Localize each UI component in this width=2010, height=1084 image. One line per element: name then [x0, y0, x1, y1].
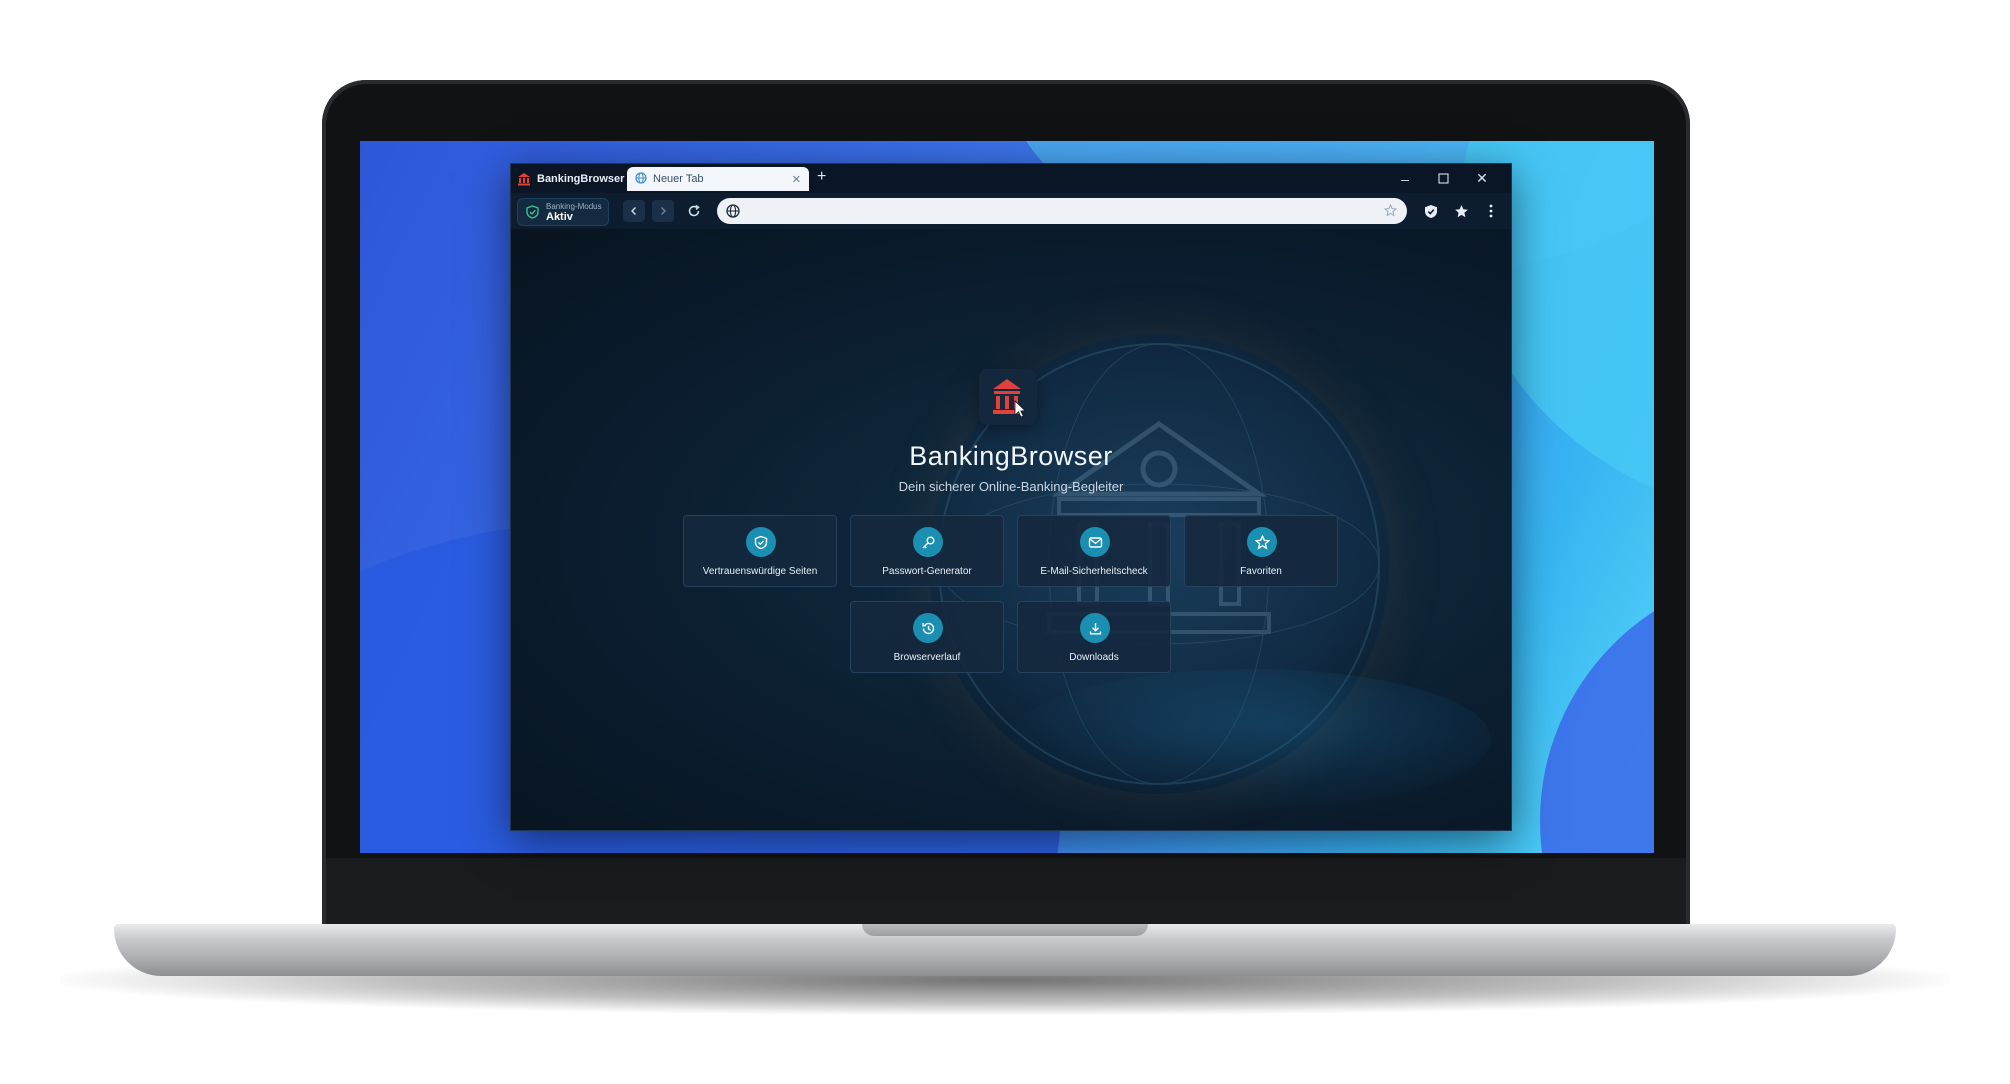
hand-background-graphic: [1011, 669, 1491, 809]
shortcut-browser-history[interactable]: Browserverlauf: [850, 601, 1004, 673]
shortcut-label: Browserverlauf: [893, 652, 961, 663]
browser-window: BankingBrowser Neuer Tab ✕ + – ✕ Banking…: [510, 163, 1512, 831]
back-button[interactable]: [623, 200, 645, 222]
shortcut-label: Vertrauenswürdige Seiten: [702, 566, 818, 577]
new-tab-button[interactable]: +: [817, 168, 826, 186]
bookmark-star-icon[interactable]: [1383, 203, 1398, 222]
globe-icon: [726, 204, 740, 223]
shield-check-icon: [1425, 204, 1437, 218]
close-window-button[interactable]: ✕: [1463, 164, 1501, 193]
laptop-base-notch: [862, 924, 1148, 936]
toolbar: Banking-Modus Aktiv: [511, 193, 1511, 229]
forward-button[interactable]: [652, 200, 674, 222]
tab-new-tab[interactable]: Neuer Tab ✕: [627, 167, 809, 191]
banking-mode-label: Banking-Modus: [546, 202, 602, 211]
shortcut-label: Favoriten: [1240, 566, 1282, 577]
reload-button[interactable]: [683, 200, 705, 222]
shortcut-trusted-sites[interactable]: Vertrauenswürdige Seiten: [683, 515, 837, 587]
menu-button[interactable]: [1480, 200, 1502, 222]
banking-mode-status: Aktiv: [546, 211, 573, 223]
title-bar: BankingBrowser Neuer Tab ✕ + – ✕: [511, 164, 1511, 193]
app-logo: [979, 369, 1037, 425]
app-title-label: BankingBrowser: [537, 173, 625, 185]
minimize-button[interactable]: –: [1386, 164, 1424, 193]
shortcut-email-security-check[interactable]: E-Mail-Sicherheitscheck: [1017, 515, 1171, 587]
page-title: BankingBrowser: [909, 441, 1113, 471]
url-input[interactable]: [747, 201, 1371, 223]
shortcut-downloads[interactable]: Downloads: [1017, 601, 1171, 673]
tab-label: Neuer Tab: [653, 173, 704, 185]
laptop-bezel-bottom: [326, 858, 1686, 926]
history-icon: [913, 613, 943, 643]
page-subtitle: Dein sicherer Online-Banking-Begleiter: [898, 479, 1124, 494]
bank-logo-icon: [993, 379, 1026, 418]
shortcut-label: Passwort-Generator: [882, 566, 972, 577]
star-icon: [1454, 204, 1468, 217]
shortcut-label: E-Mail-Sicherheitscheck: [1040, 566, 1148, 577]
maximize-button[interactable]: [1424, 164, 1462, 193]
shortcut-password-generator[interactable]: Passwort-Generator: [850, 515, 1004, 587]
bank-logo-icon: [517, 172, 531, 186]
wallpaper-wave: [1540, 571, 1654, 853]
app-title: BankingBrowser: [517, 168, 627, 190]
star-icon: [1247, 527, 1277, 557]
tab-close-icon[interactable]: ✕: [792, 173, 801, 186]
shortcut-favorites[interactable]: Favoriten: [1184, 515, 1338, 587]
security-shield-button[interactable]: [1420, 200, 1442, 222]
banking-mode-badge[interactable]: Banking-Modus Aktiv: [517, 198, 609, 226]
shortcut-label: Downloads: [1069, 652, 1119, 663]
more-vertical-icon: [1489, 204, 1493, 218]
download-icon: [1080, 613, 1110, 643]
favorites-button[interactable]: [1450, 200, 1472, 222]
chevron-right-icon: [661, 207, 666, 215]
shield-check-icon: [526, 205, 539, 224]
chevron-left-icon: [631, 207, 636, 215]
key-icon: [913, 527, 943, 557]
address-bar: [717, 198, 1407, 224]
globe-icon: [635, 171, 647, 187]
reload-icon: [688, 204, 700, 217]
new-tab-page: BankingBrowser Dein sicherer Online-Bank…: [511, 229, 1511, 830]
shield-check-icon: [746, 527, 776, 557]
mail-icon: [1080, 527, 1110, 557]
